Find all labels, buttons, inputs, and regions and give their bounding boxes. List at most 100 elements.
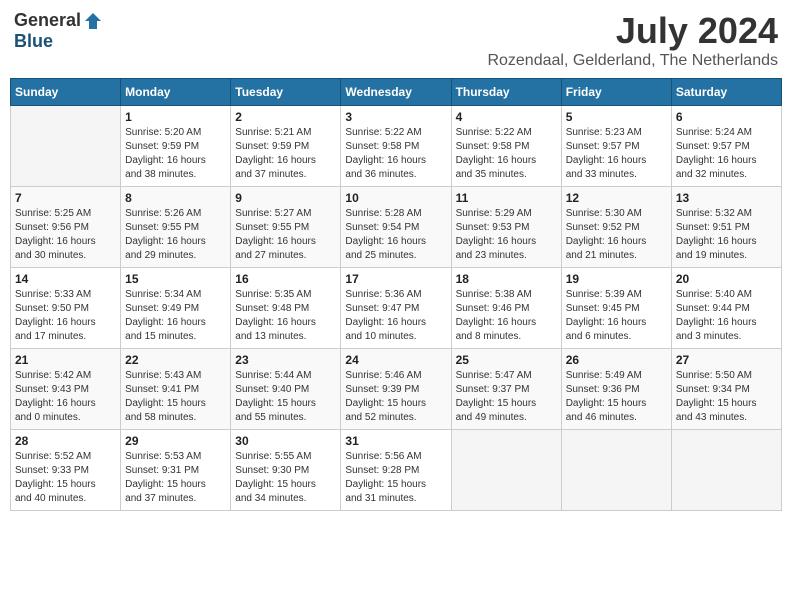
day-cell: 9 Sunrise: 5:27 AM Sunset: 9:55 PM Daylig… [231, 187, 341, 268]
day-cell: 12 Sunrise: 5:30 AM Sunset: 9:52 PM Dayli… [561, 187, 671, 268]
day-info: Sunrise: 5:22 AM Sunset: 9:58 PM Dayligh… [345, 126, 446, 182]
day-number: 6 [676, 110, 777, 124]
day-cell: 30 Sunrise: 5:55 AM Sunset: 9:30 PM Dayli… [231, 430, 341, 511]
day-number: 7 [15, 191, 116, 205]
day-info: Sunrise: 5:27 AM Sunset: 9:55 PM Dayligh… [235, 207, 336, 263]
day-number: 19 [566, 272, 667, 286]
col-header-saturday: Saturday [671, 79, 781, 106]
day-info: Sunrise: 5:25 AM Sunset: 9:56 PM Dayligh… [15, 207, 116, 263]
week-row-2: 7 Sunrise: 5:25 AM Sunset: 9:56 PM Daylig… [11, 187, 782, 268]
day-cell: 26Sunrise: 5:49 AM Sunset: 9:36 PM Dayli… [561, 349, 671, 430]
day-number: 25 [456, 353, 557, 367]
logo-icon [83, 11, 103, 31]
day-cell: 7 Sunrise: 5:25 AM Sunset: 9:56 PM Daylig… [11, 187, 121, 268]
day-cell [11, 106, 121, 187]
day-info: Sunrise: 5:42 AM Sunset: 9:43 PM Dayligh… [15, 369, 116, 425]
col-header-friday: Friday [561, 79, 671, 106]
day-info: Sunrise: 5:23 AM Sunset: 9:57 PM Dayligh… [566, 126, 667, 182]
day-info: Sunrise: 5:22 AM Sunset: 9:58 PM Dayligh… [456, 126, 557, 182]
day-cell: 10 Sunrise: 5:28 AM Sunset: 9:54 PM Dayli… [341, 187, 451, 268]
day-cell: 2 Sunrise: 5:21 AM Sunset: 9:59 PM Daylig… [231, 106, 341, 187]
location: Rozendaal, Gelderland, The Netherlands [487, 52, 778, 70]
day-number: 2 [235, 110, 336, 124]
day-info: Sunrise: 5:52 AM Sunset: 9:33 PM Dayligh… [15, 450, 116, 506]
day-number: 10 [345, 191, 446, 205]
col-header-sunday: Sunday [11, 79, 121, 106]
day-number: 3 [345, 110, 446, 124]
day-cell: 31Sunrise: 5:56 AM Sunset: 9:28 PM Dayli… [341, 430, 451, 511]
day-cell: 23 Sunrise: 5:44 AM Sunset: 9:40 PM Dayli… [231, 349, 341, 430]
day-cell: 14Sunrise: 5:33 AM Sunset: 9:50 PM Dayli… [11, 268, 121, 349]
day-cell: 16Sunrise: 5:35 AM Sunset: 9:48 PM Dayli… [231, 268, 341, 349]
day-info: Sunrise: 5:21 AM Sunset: 9:59 PM Dayligh… [235, 126, 336, 182]
day-info: Sunrise: 5:20 AM Sunset: 9:59 PM Dayligh… [125, 126, 226, 182]
day-info: Sunrise: 5:34 AM Sunset: 9:49 PM Dayligh… [125, 288, 226, 344]
day-info: Sunrise: 5:30 AM Sunset: 9:52 PM Dayligh… [566, 207, 667, 263]
day-cell: 19Sunrise: 5:39 AM Sunset: 9:45 PM Dayli… [561, 268, 671, 349]
day-cell: 5 Sunrise: 5:23 AM Sunset: 9:57 PM Daylig… [561, 106, 671, 187]
day-cell: 20 Sunrise: 5:40 AM Sunset: 9:44 PM Dayli… [671, 268, 781, 349]
day-info: Sunrise: 5:32 AM Sunset: 9:51 PM Dayligh… [676, 207, 777, 263]
col-header-wednesday: Wednesday [341, 79, 451, 106]
day-info: Sunrise: 5:55 AM Sunset: 9:30 PM Dayligh… [235, 450, 336, 506]
day-cell: 29Sunrise: 5:53 AM Sunset: 9:31 PM Dayli… [121, 430, 231, 511]
day-number: 21 [15, 353, 116, 367]
day-cell: 28Sunrise: 5:52 AM Sunset: 9:33 PM Dayli… [11, 430, 121, 511]
day-cell: 4 Sunrise: 5:22 AM Sunset: 9:58 PM Daylig… [451, 106, 561, 187]
day-cell [671, 430, 781, 511]
week-row-4: 21 Sunrise: 5:42 AM Sunset: 9:43 PM Dayli… [11, 349, 782, 430]
day-cell [561, 430, 671, 511]
day-info: Sunrise: 5:40 AM Sunset: 9:44 PM Dayligh… [676, 288, 777, 344]
day-cell: 25Sunrise: 5:47 AM Sunset: 9:37 PM Dayli… [451, 349, 561, 430]
col-header-tuesday: Tuesday [231, 79, 341, 106]
day-cell: 3 Sunrise: 5:22 AM Sunset: 9:58 PM Daylig… [341, 106, 451, 187]
day-number: 31 [345, 434, 446, 448]
week-row-1: 1 Sunrise: 5:20 AM Sunset: 9:59 PM Daylig… [11, 106, 782, 187]
day-cell: 18 Sunrise: 5:38 AM Sunset: 9:46 PM Dayli… [451, 268, 561, 349]
day-cell: 8Sunrise: 5:26 AM Sunset: 9:55 PM Daylig… [121, 187, 231, 268]
day-info: Sunrise: 5:28 AM Sunset: 9:54 PM Dayligh… [345, 207, 446, 263]
calendar-table: SundayMondayTuesdayWednesdayThursdayFrid… [10, 78, 782, 511]
col-header-monday: Monday [121, 79, 231, 106]
day-number: 1 [125, 110, 226, 124]
day-number: 4 [456, 110, 557, 124]
day-info: Sunrise: 5:26 AM Sunset: 9:55 PM Dayligh… [125, 207, 226, 263]
day-cell: 24Sunrise: 5:46 AM Sunset: 9:39 PM Dayli… [341, 349, 451, 430]
day-cell: 13 Sunrise: 5:32 AM Sunset: 9:51 PM Dayli… [671, 187, 781, 268]
day-cell: 6 Sunrise: 5:24 AM Sunset: 9:57 PM Daylig… [671, 106, 781, 187]
week-row-5: 28Sunrise: 5:52 AM Sunset: 9:33 PM Dayli… [11, 430, 782, 511]
day-info: Sunrise: 5:44 AM Sunset: 9:40 PM Dayligh… [235, 369, 336, 425]
day-number: 27 [676, 353, 777, 367]
page-header: General Blue July 2024 Rozendaal, Gelder… [10, 10, 782, 70]
day-number: 22 [125, 353, 226, 367]
day-info: Sunrise: 5:38 AM Sunset: 9:46 PM Dayligh… [456, 288, 557, 344]
day-info: Sunrise: 5:46 AM Sunset: 9:39 PM Dayligh… [345, 369, 446, 425]
week-row-3: 14Sunrise: 5:33 AM Sunset: 9:50 PM Dayli… [11, 268, 782, 349]
col-header-thursday: Thursday [451, 79, 561, 106]
day-cell: 17Sunrise: 5:36 AM Sunset: 9:47 PM Dayli… [341, 268, 451, 349]
day-number: 5 [566, 110, 667, 124]
day-info: Sunrise: 5:49 AM Sunset: 9:36 PM Dayligh… [566, 369, 667, 425]
logo-blue: Blue [14, 31, 53, 52]
day-info: Sunrise: 5:36 AM Sunset: 9:47 PM Dayligh… [345, 288, 446, 344]
day-cell: 1 Sunrise: 5:20 AM Sunset: 9:59 PM Daylig… [121, 106, 231, 187]
day-number: 18 [456, 272, 557, 286]
day-number: 15 [125, 272, 226, 286]
day-info: Sunrise: 5:53 AM Sunset: 9:31 PM Dayligh… [125, 450, 226, 506]
month-title: July 2024 [487, 10, 778, 52]
day-info: Sunrise: 5:35 AM Sunset: 9:48 PM Dayligh… [235, 288, 336, 344]
day-number: 23 [235, 353, 336, 367]
logo-general: General [14, 10, 81, 31]
day-number: 11 [456, 191, 557, 205]
day-info: Sunrise: 5:29 AM Sunset: 9:53 PM Dayligh… [456, 207, 557, 263]
day-number: 12 [566, 191, 667, 205]
day-info: Sunrise: 5:24 AM Sunset: 9:57 PM Dayligh… [676, 126, 777, 182]
day-info: Sunrise: 5:43 AM Sunset: 9:41 PM Dayligh… [125, 369, 226, 425]
day-number: 30 [235, 434, 336, 448]
day-number: 9 [235, 191, 336, 205]
day-number: 20 [676, 272, 777, 286]
day-number: 13 [676, 191, 777, 205]
logo: General Blue [14, 10, 103, 52]
day-cell: 21 Sunrise: 5:42 AM Sunset: 9:43 PM Dayli… [11, 349, 121, 430]
day-info: Sunrise: 5:50 AM Sunset: 9:34 PM Dayligh… [676, 369, 777, 425]
